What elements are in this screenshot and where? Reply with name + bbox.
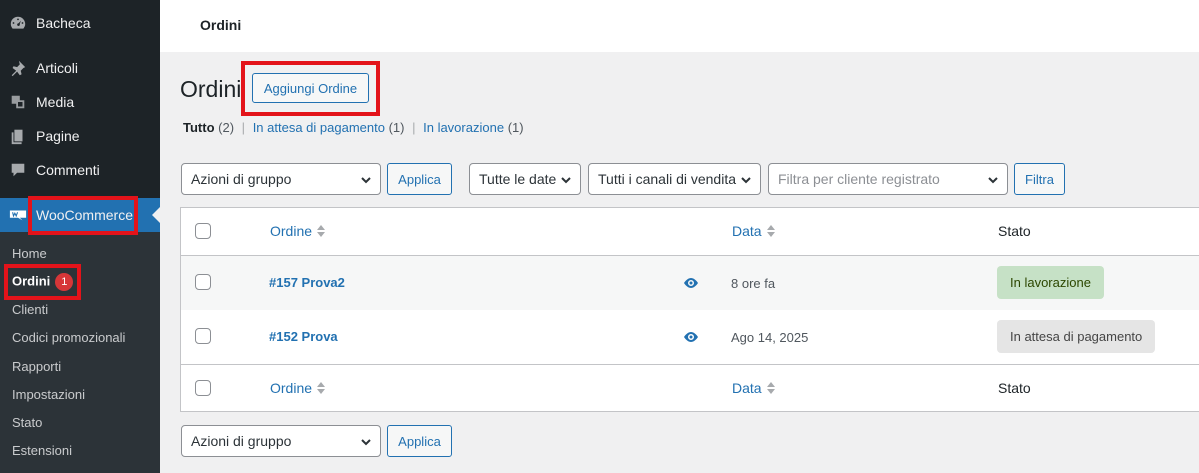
column-date-label: Data — [732, 380, 762, 396]
orders-table: Ordine Data Stato #157 Prova2 8 ore fa I… — [180, 207, 1199, 412]
table-header-row: Ordine Data Stato — [181, 208, 1199, 256]
apply-bulk-button[interactable]: Applica — [387, 163, 452, 195]
column-date-label: Data — [732, 223, 762, 239]
menu-item-comments[interactable]: Commenti — [0, 153, 160, 187]
customer-filter-select[interactable]: Filtra per cliente registrato — [768, 163, 1008, 195]
order-status-views: Tutto (2) | In attesa di pagamento (1) |… — [183, 120, 524, 135]
submenu-item-coupons[interactable]: Codici promozionali — [12, 330, 125, 345]
channel-filter-value: Tutti i canali di vendita — [598, 171, 736, 187]
view-all-count: (2) — [218, 120, 235, 135]
menu-item-pages[interactable]: Pagine — [0, 119, 160, 153]
woocommerce-submenu: Home Ordini 1 Clienti Codici promozionali… — [0, 232, 160, 473]
status-badge: In attesa di pagamento — [997, 320, 1156, 353]
page-header: Ordini — [160, 0, 1199, 52]
column-order-label: Ordine — [270, 380, 313, 396]
table-footer-row: Ordine Data Stato — [181, 364, 1199, 412]
add-order-button[interactable]: Aggiungi Ordine — [252, 73, 369, 103]
column-order-sort-footer[interactable]: Ordine — [270, 380, 326, 396]
column-order-label: Ordine — [270, 223, 313, 239]
submenu-item-orders[interactable]: Ordini 1 — [12, 273, 74, 291]
bulk-actions-select[interactable]: Azioni di gruppo — [181, 163, 381, 195]
column-status-label: Stato — [998, 223, 1031, 239]
view-processing-count: (1) — [507, 120, 524, 135]
header-title: Ordini — [200, 17, 242, 33]
channel-filter-select[interactable]: Tutti i canali di vendita — [588, 163, 761, 195]
submenu-item-settings[interactable]: Impostazioni — [12, 387, 85, 402]
order-date: Ago 14, 2025 — [731, 330, 809, 345]
view-pending[interactable]: In attesa di pagamento — [253, 120, 385, 135]
current-menu-arrow — [152, 207, 160, 223]
chevron-down-icon — [560, 173, 572, 185]
column-order-sort[interactable]: Ordine — [270, 223, 326, 239]
order-link[interactable]: #152 Prova — [269, 329, 338, 344]
chevron-down-icon — [360, 435, 372, 447]
select-all-checkbox-footer[interactable] — [195, 380, 211, 396]
menu-label: WooCommerce — [36, 207, 133, 223]
apply-bulk-button-bottom[interactable]: Applica — [387, 425, 452, 457]
row-checkbox[interactable] — [195, 328, 211, 344]
select-all-checkbox[interactable] — [195, 223, 211, 239]
bulk-actions-value: Azioni di gruppo — [191, 171, 292, 187]
media-icon — [8, 92, 28, 112]
menu-item-dashboard[interactable]: Bacheca — [0, 6, 160, 40]
order-link[interactable]: #157 Prova2 — [269, 275, 345, 290]
comments-icon — [8, 160, 28, 180]
orders-count-badge: 1 — [55, 273, 74, 291]
eye-icon[interactable] — [683, 331, 699, 343]
customer-filter-placeholder: Filtra per cliente registrato — [778, 171, 940, 187]
date-filter-value: Tutte le date — [479, 171, 557, 187]
column-status-label: Stato — [998, 380, 1031, 396]
eye-icon[interactable] — [683, 277, 699, 289]
menu-item-posts[interactable]: Articoli — [0, 51, 160, 85]
view-all[interactable]: Tutto — [183, 120, 215, 135]
admin-sidebar: Bacheca Articoli Media Pagine Commenti W… — [0, 0, 160, 473]
row-checkbox[interactable] — [195, 274, 211, 290]
submenu-item-home[interactable]: Home — [12, 246, 47, 261]
submenu-item-customers[interactable]: Clienti — [12, 302, 48, 317]
date-filter-select[interactable]: Tutte le date — [469, 163, 581, 195]
column-date-sort-footer[interactable]: Data — [732, 380, 776, 396]
woocommerce-icon — [8, 205, 28, 225]
sort-icon — [766, 381, 776, 395]
menu-label: Articoli — [36, 60, 79, 76]
page-title: Ordini — [180, 76, 242, 102]
view-processing[interactable]: In lavorazione — [423, 120, 504, 135]
status-badge: In lavorazione — [997, 266, 1104, 299]
dashboard-icon — [8, 13, 28, 33]
pages-icon — [8, 126, 28, 146]
menu-item-woocommerce[interactable]: WooCommerce — [0, 198, 160, 232]
sort-icon — [316, 381, 326, 395]
sort-icon — [766, 224, 776, 238]
bulk-actions-select-bottom[interactable]: Azioni di gruppo — [181, 425, 381, 457]
table-row: #157 Prova2 8 ore fa In lavorazione — [181, 256, 1199, 310]
menu-label: Bacheca — [36, 15, 91, 31]
column-date-sort[interactable]: Data — [732, 223, 776, 239]
submenu-item-reports[interactable]: Rapporti — [12, 359, 61, 374]
chevron-down-icon — [740, 173, 752, 185]
menu-label: Media — [36, 94, 75, 110]
submenu-item-extensions[interactable]: Estensioni — [12, 443, 72, 458]
menu-label: Pagine — [36, 128, 80, 144]
pin-icon — [8, 58, 28, 78]
submenu-item-status[interactable]: Stato — [12, 415, 42, 430]
order-date: 8 ore fa — [731, 276, 776, 291]
menu-label: Commenti — [36, 162, 100, 178]
menu-item-media[interactable]: Media — [0, 85, 160, 119]
chevron-down-icon — [987, 173, 999, 185]
chevron-down-icon — [360, 173, 372, 185]
filter-button[interactable]: Filtra — [1014, 163, 1065, 195]
bulk-actions-value: Azioni di gruppo — [191, 433, 292, 449]
sort-icon — [316, 224, 326, 238]
view-pending-count: (1) — [388, 120, 405, 135]
table-row: #152 Prova Ago 14, 2025 In attesa di pag… — [181, 310, 1199, 364]
